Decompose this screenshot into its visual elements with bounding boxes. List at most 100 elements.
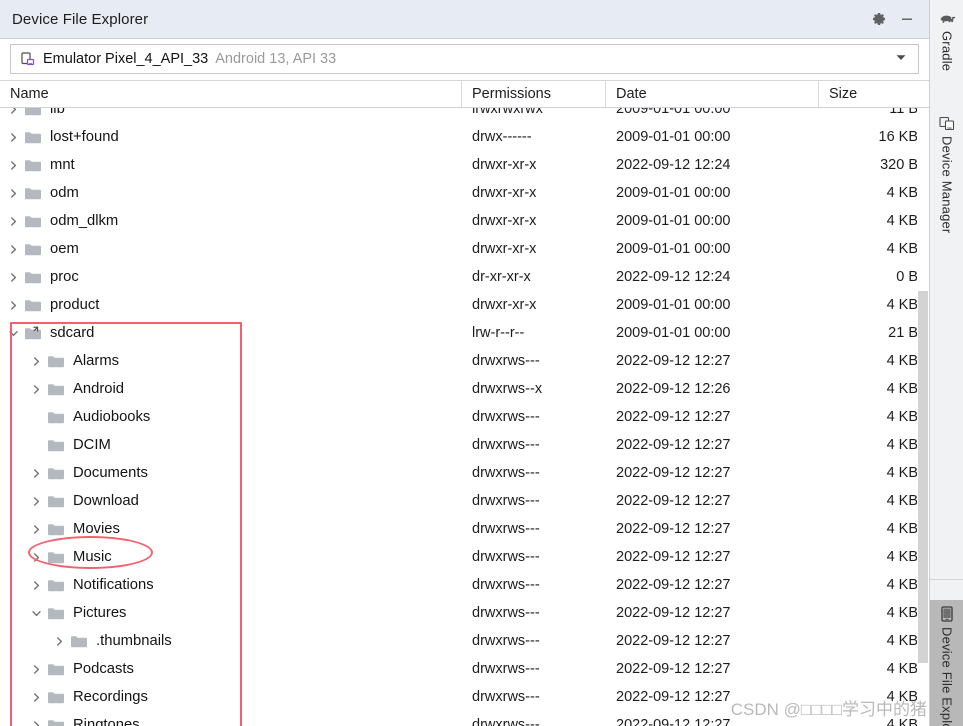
- cell-permissions: lrw-r--r--: [472, 325, 525, 341]
- table-row[interactable]: Alarms drwxrws--- 2022-09-12 12:27 4 KB: [0, 347, 929, 375]
- chevron-down-icon[interactable]: [6, 326, 21, 341]
- column-header-size[interactable]: Size: [819, 81, 929, 107]
- table-row[interactable]: Documents drwxrws--- 2022-09-12 12:27 4 KB: [0, 459, 929, 487]
- table-vertical-scrollbar[interactable]: [917, 108, 929, 726]
- table-row[interactable]: Download drwxrws--- 2022-09-12 12:27 4 KB: [0, 487, 929, 515]
- chevron-right-icon[interactable]: [29, 718, 44, 726]
- cell-permissions: drwxrws---: [472, 661, 540, 677]
- folder-icon: [47, 605, 67, 621]
- cell-date: 2009-01-01 00:00: [616, 241, 731, 257]
- table-row[interactable]: Podcasts drwxrws--- 2022-09-12 12:27 4 KB: [0, 655, 929, 683]
- table-row[interactable]: sdcard lrw-r--r-- 2009-01-01 00:00 21 B: [0, 319, 929, 347]
- table-body: lib lrwxrwxrwx 2009-01-01 00:00 11 B lost+fo…: [0, 108, 929, 726]
- cell-name: Ringtones: [0, 711, 462, 726]
- cell-permissions: drwxr-xr-x: [472, 157, 537, 173]
- chevron-right-icon[interactable]: [6, 214, 21, 229]
- table-row[interactable]: Ringtones drwxrws--- 2022-09-12 12:27 4 KB: [0, 711, 929, 726]
- chevron-down-icon[interactable]: [29, 606, 44, 621]
- cell-size: 21 B: [888, 325, 918, 341]
- chevron-right-icon[interactable]: [29, 522, 44, 537]
- chevron-right-icon[interactable]: [29, 466, 44, 481]
- table-rows-container: lib lrwxrwxrwx 2009-01-01 00:00 11 B lost+fo…: [0, 108, 929, 726]
- column-header-permissions[interactable]: Permissions: [462, 81, 606, 107]
- cell-date: 2022-09-12 12:27: [616, 437, 731, 453]
- cell-name: Android: [0, 375, 462, 403]
- table-row[interactable]: lib lrwxrwxrwx 2009-01-01 00:00 11 B: [0, 108, 929, 123]
- minimize-icon[interactable]: [893, 5, 921, 33]
- cell-size: 11 B: [889, 108, 918, 117]
- chevron-right-icon[interactable]: [6, 108, 21, 117]
- folder-icon: [47, 437, 67, 453]
- chevron-right-icon[interactable]: [29, 662, 44, 677]
- cell-permissions: drwxrws---: [472, 437, 540, 453]
- chevron-right-icon[interactable]: [29, 690, 44, 705]
- folder-icon: [47, 689, 67, 705]
- cell-name: mnt: [0, 151, 462, 179]
- table-row[interactable]: Android drwxrws--x 2022-09-12 12:26 4 KB: [0, 375, 929, 403]
- cell-name: proc: [0, 263, 462, 291]
- cell-name: product: [0, 291, 462, 319]
- chevron-right-icon[interactable]: [6, 298, 21, 313]
- tool-window-button-label: Gradle: [939, 31, 955, 72]
- device-name-label: Emulator Pixel_4_API_33: [43, 51, 209, 67]
- table-row[interactable]: odm drwxr-xr-x 2009-01-01 00:00 4 KB: [0, 179, 929, 207]
- table-row[interactable]: .thumbnails drwxrws--- 2022-09-12 12:27 4 K…: [0, 627, 929, 655]
- chevron-right-icon[interactable]: [6, 242, 21, 257]
- node-label: lost+found: [50, 129, 119, 145]
- tool-window-button-device-file-explorer[interactable]: Device File Explorer: [930, 600, 963, 726]
- chevron-right-icon[interactable]: [6, 130, 21, 145]
- table-row[interactable]: mnt drwxr-xr-x 2022-09-12 12:24 320 B: [0, 151, 929, 179]
- cell-name: oem: [0, 235, 462, 263]
- folder-icon: [24, 185, 44, 201]
- chevron-right-icon[interactable]: [6, 158, 21, 173]
- chevron-down-icon[interactable]: [893, 49, 909, 70]
- node-label: Ringtones: [73, 717, 140, 726]
- folder-icon: [70, 633, 90, 649]
- table-row[interactable]: odm_dlkm drwxr-xr-x 2009-01-01 00:00 4 KB: [0, 207, 929, 235]
- twisty-placeholder-icon: [29, 438, 44, 453]
- gear-icon[interactable]: [865, 5, 893, 33]
- chevron-right-icon[interactable]: [29, 494, 44, 509]
- cell-name: odm_dlkm: [0, 207, 462, 235]
- column-header-date[interactable]: Date: [606, 81, 819, 107]
- folder-icon: [47, 465, 67, 481]
- cell-size: 4 KB: [886, 661, 918, 677]
- table-row[interactable]: lost+found drwx------ 2009-01-01 00:00 16 K…: [0, 123, 929, 151]
- node-label: Download: [73, 493, 139, 509]
- cell-size: 16 KB: [878, 129, 919, 145]
- table-row[interactable]: Notifications drwxrws--- 2022-09-12 12:27 4…: [0, 571, 929, 599]
- chevron-right-icon[interactable]: [29, 354, 44, 369]
- cell-name: DCIM: [0, 431, 462, 459]
- table-row[interactable]: Audiobooks drwxrws--- 2022-09-12 12:27 4 KB: [0, 403, 929, 431]
- chevron-right-icon[interactable]: [29, 578, 44, 593]
- table-row[interactable]: DCIM drwxrws--- 2022-09-12 12:27 4 KB: [0, 431, 929, 459]
- table-row[interactable]: Music drwxrws--- 2022-09-12 12:27 4 KB: [0, 543, 929, 571]
- chevron-right-icon[interactable]: [6, 270, 21, 285]
- node-label: .thumbnails: [96, 633, 172, 649]
- column-header-name[interactable]: Name: [0, 81, 462, 107]
- table-row[interactable]: proc dr-xr-xr-x 2022-09-12 12:24 0 B: [0, 263, 929, 291]
- node-label: Android: [73, 381, 125, 397]
- cell-permissions: dr-xr-xr-x: [472, 269, 531, 285]
- tool-window-button-device-manager[interactable]: Device Manager: [930, 110, 963, 272]
- cell-size: 4 KB: [886, 185, 918, 201]
- table-row[interactable]: Movies drwxrws--- 2022-09-12 12:27 4 KB: [0, 515, 929, 543]
- table-row[interactable]: Recordings drwxrws--- 2022-09-12 12:27 4 KB: [0, 683, 929, 711]
- chevron-right-icon[interactable]: [29, 382, 44, 397]
- device-combo-box[interactable]: Emulator Pixel_4_API_33 Android 13, API …: [10, 44, 919, 74]
- folder-icon: [24, 129, 44, 145]
- table-row[interactable]: oem drwxr-xr-x 2009-01-01 00:00 4 KB: [0, 235, 929, 263]
- tool-window-button-label: Device File Explorer: [939, 627, 955, 726]
- scrollbar-thumb[interactable]: [918, 291, 928, 663]
- chevron-right-icon[interactable]: [29, 550, 44, 565]
- tool-window-button-gradle[interactable]: Gradle: [930, 6, 963, 102]
- cell-permissions: drwxrws---: [472, 465, 540, 481]
- chevron-right-icon[interactable]: [6, 186, 21, 201]
- cell-permissions: drwxrws--x: [472, 381, 543, 397]
- cell-date: 2022-09-12 12:27: [616, 353, 731, 369]
- chevron-right-icon[interactable]: [52, 634, 67, 649]
- table-row[interactable]: Pictures drwxrws--- 2022-09-12 12:27 4 KB: [0, 599, 929, 627]
- cell-permissions: drwxrws---: [472, 549, 540, 565]
- table-row[interactable]: product drwxr-xr-x 2009-01-01 00:00 4 KB: [0, 291, 929, 319]
- cell-size: 320 B: [880, 157, 918, 173]
